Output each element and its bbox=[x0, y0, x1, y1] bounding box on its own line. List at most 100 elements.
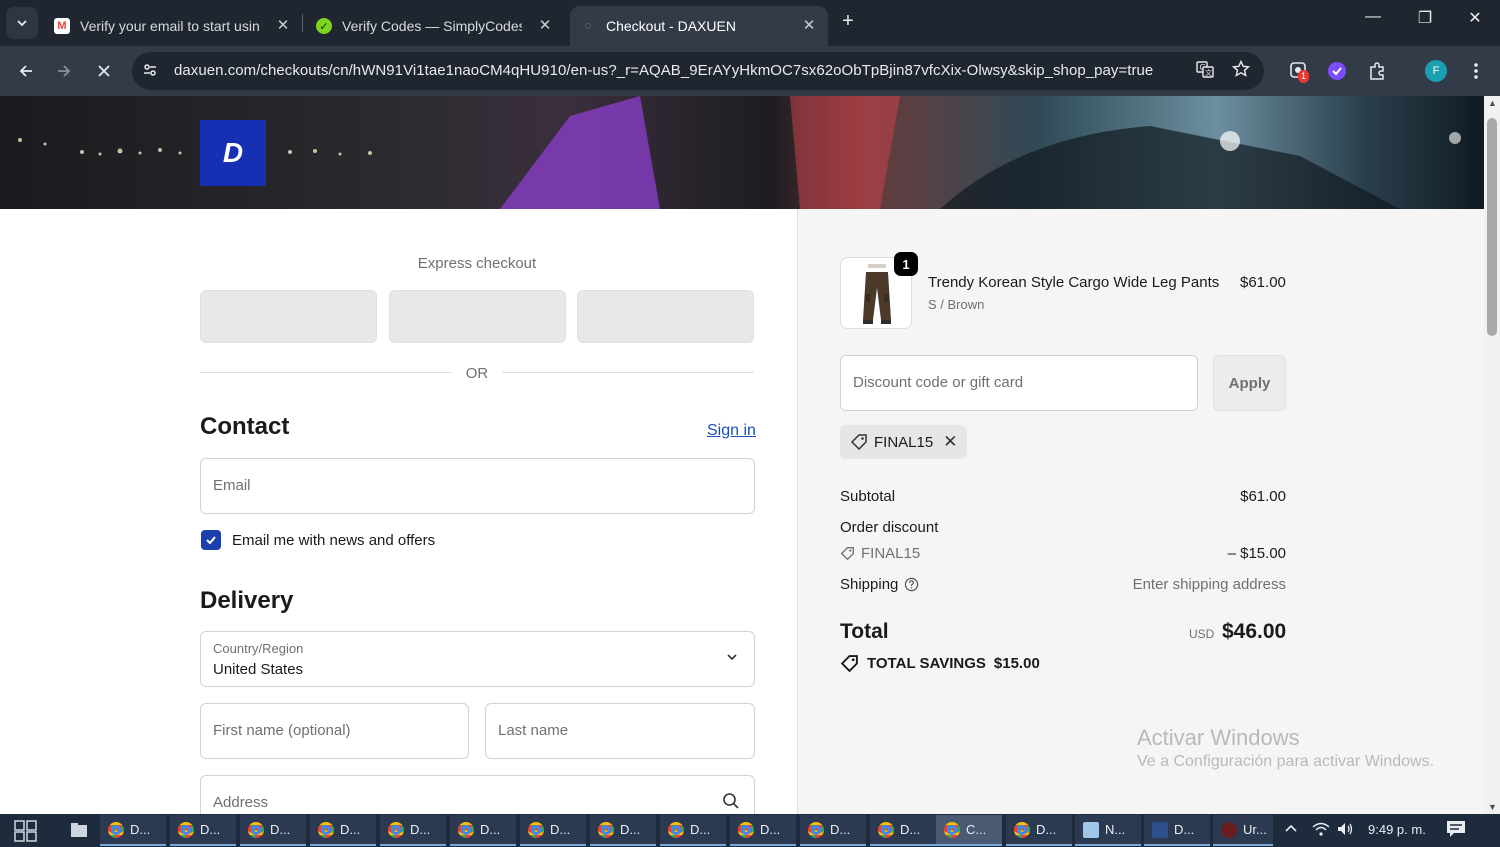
quantity-badge: 1 bbox=[894, 252, 918, 276]
stop-button[interactable] bbox=[90, 57, 118, 85]
more-vert-icon bbox=[1474, 63, 1478, 79]
country-value: United States bbox=[213, 661, 304, 678]
taskbar-app-button[interactable]: D... bbox=[240, 815, 306, 846]
taskbar-app-label: D... bbox=[130, 822, 151, 837]
delivery-heading: Delivery bbox=[200, 587, 294, 614]
close-icon[interactable]: ✕ bbox=[536, 16, 554, 34]
close-icon[interactable]: ✕ bbox=[274, 16, 292, 34]
taskbar-app-label: D... bbox=[200, 822, 221, 837]
taskbar-app-button[interactable]: D... bbox=[870, 815, 936, 846]
first-name-field[interactable]: First name (optional) bbox=[200, 703, 469, 759]
store-logo[interactable]: D bbox=[200, 120, 266, 186]
browser-menu-button[interactable] bbox=[1463, 58, 1489, 84]
clock[interactable]: 9:49 p. m. bbox=[1368, 822, 1426, 837]
sign-in-link[interactable]: Sign in bbox=[707, 422, 756, 440]
taskbar-app-label: D... bbox=[620, 822, 641, 837]
taskbar-app-label: D... bbox=[340, 822, 361, 837]
total-savings-row: TOTAL SAVINGS $15.00 bbox=[840, 654, 1040, 673]
subtotal-label: Subtotal bbox=[840, 488, 896, 505]
tab-search-button[interactable] bbox=[6, 7, 38, 39]
taskbar-app-button[interactable]: D... bbox=[1144, 815, 1210, 846]
arrow-left-icon bbox=[19, 65, 32, 77]
wifi-icon[interactable] bbox=[1312, 822, 1330, 839]
taskbar-app-button[interactable]: D... bbox=[1006, 815, 1072, 846]
windows-taskbar: D... D... D... D... D... D... D... D... D... D...… bbox=[0, 814, 1500, 847]
chevron-up-icon[interactable] bbox=[1284, 822, 1298, 839]
taskbar-app-button[interactable]: D... bbox=[380, 815, 446, 846]
tab-simplycodes[interactable]: ✓ Verify Codes — SimplyCodes ✕ bbox=[306, 6, 564, 46]
taskbar-app-button[interactable]: D... bbox=[310, 815, 376, 846]
file-explorer-button[interactable] bbox=[70, 822, 88, 843]
discount-code-field[interactable]: Discount code or gift card bbox=[840, 355, 1198, 411]
extension-badge: 1 bbox=[1298, 70, 1310, 83]
email-field[interactable]: Email bbox=[200, 458, 755, 514]
express-pay-button-1[interactable] bbox=[200, 290, 377, 343]
address-field[interactable]: Address bbox=[200, 775, 755, 814]
divider bbox=[200, 372, 452, 373]
last-name-field[interactable]: Last name bbox=[485, 703, 755, 759]
taskbar-app-button[interactable]: Ur... bbox=[1213, 815, 1273, 846]
back-button[interactable] bbox=[12, 57, 40, 85]
tab-checkout[interactable]: ◌ Checkout - DAXUEN ✕ bbox=[570, 6, 828, 46]
help-circle-icon[interactable] bbox=[904, 577, 919, 592]
scroll-up-icon[interactable]: ▲ bbox=[1488, 98, 1497, 108]
taskbar-app-button[interactable]: D... bbox=[520, 815, 586, 846]
taskbar-app-button[interactable]: C... bbox=[936, 815, 1002, 846]
close-icon[interactable]: ✕ bbox=[800, 16, 818, 34]
taskbar-app-button[interactable]: D... bbox=[590, 815, 656, 846]
discount-code-row: FINAL15 bbox=[840, 545, 920, 562]
taskbar-app-button[interactable]: D... bbox=[170, 815, 236, 846]
notifications-icon[interactable] bbox=[1446, 820, 1466, 841]
product-name: Trendy Korean Style Cargo Wide Leg Pants bbox=[928, 274, 1220, 291]
scroll-down-icon[interactable]: ▼ bbox=[1488, 802, 1497, 812]
translate-icon[interactable]: G文 bbox=[1196, 60, 1214, 83]
extensions-menu-button[interactable] bbox=[1364, 58, 1390, 84]
chrome-icon bbox=[808, 821, 824, 838]
taskbar-app-button[interactable]: D... bbox=[660, 815, 726, 846]
product-price: $61.00 bbox=[1240, 274, 1286, 291]
taskbar-app-label: C... bbox=[966, 822, 987, 837]
savings-value: $15.00 bbox=[993, 655, 1040, 672]
newsletter-checkbox[interactable] bbox=[201, 530, 221, 550]
savings-tag-icon bbox=[840, 655, 858, 673]
taskbar-app-button[interactable]: D... bbox=[730, 815, 796, 846]
url-text: daxuen.com/checkouts/cn/hWN91Vi1tae1naoC… bbox=[174, 62, 1154, 79]
task-view-button[interactable] bbox=[14, 820, 38, 847]
taskbar-app-label: D... bbox=[480, 822, 501, 837]
express-checkout-title: Express checkout bbox=[417, 255, 537, 272]
star-icon[interactable] bbox=[1231, 59, 1251, 83]
chrome-icon bbox=[738, 821, 754, 838]
site-info-icon[interactable] bbox=[142, 62, 158, 82]
newsletter-label: Email me with news and offers bbox=[232, 532, 436, 549]
minimize-button[interactable]: — bbox=[1350, 8, 1396, 26]
forward-button[interactable] bbox=[50, 57, 78, 85]
page-scrollbar[interactable]: ▲ ▼ bbox=[1484, 96, 1500, 814]
remove-discount-icon[interactable]: ✕ bbox=[943, 432, 957, 452]
profile-button[interactable]: F bbox=[1423, 58, 1449, 84]
express-pay-button-2[interactable] bbox=[389, 290, 566, 343]
simplycodes-extension-button[interactable] bbox=[1324, 58, 1350, 84]
apply-button[interactable]: Apply bbox=[1213, 355, 1286, 411]
taskbar-app-button[interactable]: D... bbox=[800, 815, 866, 846]
address-bar[interactable]: daxuen.com/checkouts/cn/hWN91Vi1tae1naoC… bbox=[132, 52, 1264, 90]
close-window-button[interactable]: ✕ bbox=[1452, 8, 1498, 28]
taskbar-app-button[interactable]: D... bbox=[100, 815, 166, 846]
restore-button[interactable]: ❐ bbox=[1402, 8, 1448, 28]
tab-gmail[interactable]: M Verify your email to start using ✕ bbox=[44, 6, 302, 46]
country-select[interactable]: Country/Region United States bbox=[200, 631, 755, 687]
taskbar-app-button[interactable]: N... bbox=[1075, 815, 1141, 846]
express-pay-button-3[interactable] bbox=[577, 290, 754, 343]
shipping-label: Shipping bbox=[840, 576, 899, 593]
email-placeholder: Email bbox=[213, 477, 251, 494]
taskbar-app-button[interactable]: D... bbox=[450, 815, 516, 846]
extension-button[interactable]: 1 bbox=[1286, 58, 1312, 84]
tab-divider bbox=[302, 14, 303, 32]
taskbar-app-label: D... bbox=[1036, 822, 1057, 837]
chrome-icon bbox=[388, 821, 404, 838]
new-tab-button[interactable]: + bbox=[836, 10, 860, 33]
chrome-icon bbox=[668, 821, 684, 838]
volume-icon[interactable] bbox=[1337, 822, 1355, 839]
chrome-icon bbox=[528, 821, 544, 838]
gmail-icon: M bbox=[54, 18, 70, 34]
scroll-thumb[interactable] bbox=[1487, 118, 1497, 336]
